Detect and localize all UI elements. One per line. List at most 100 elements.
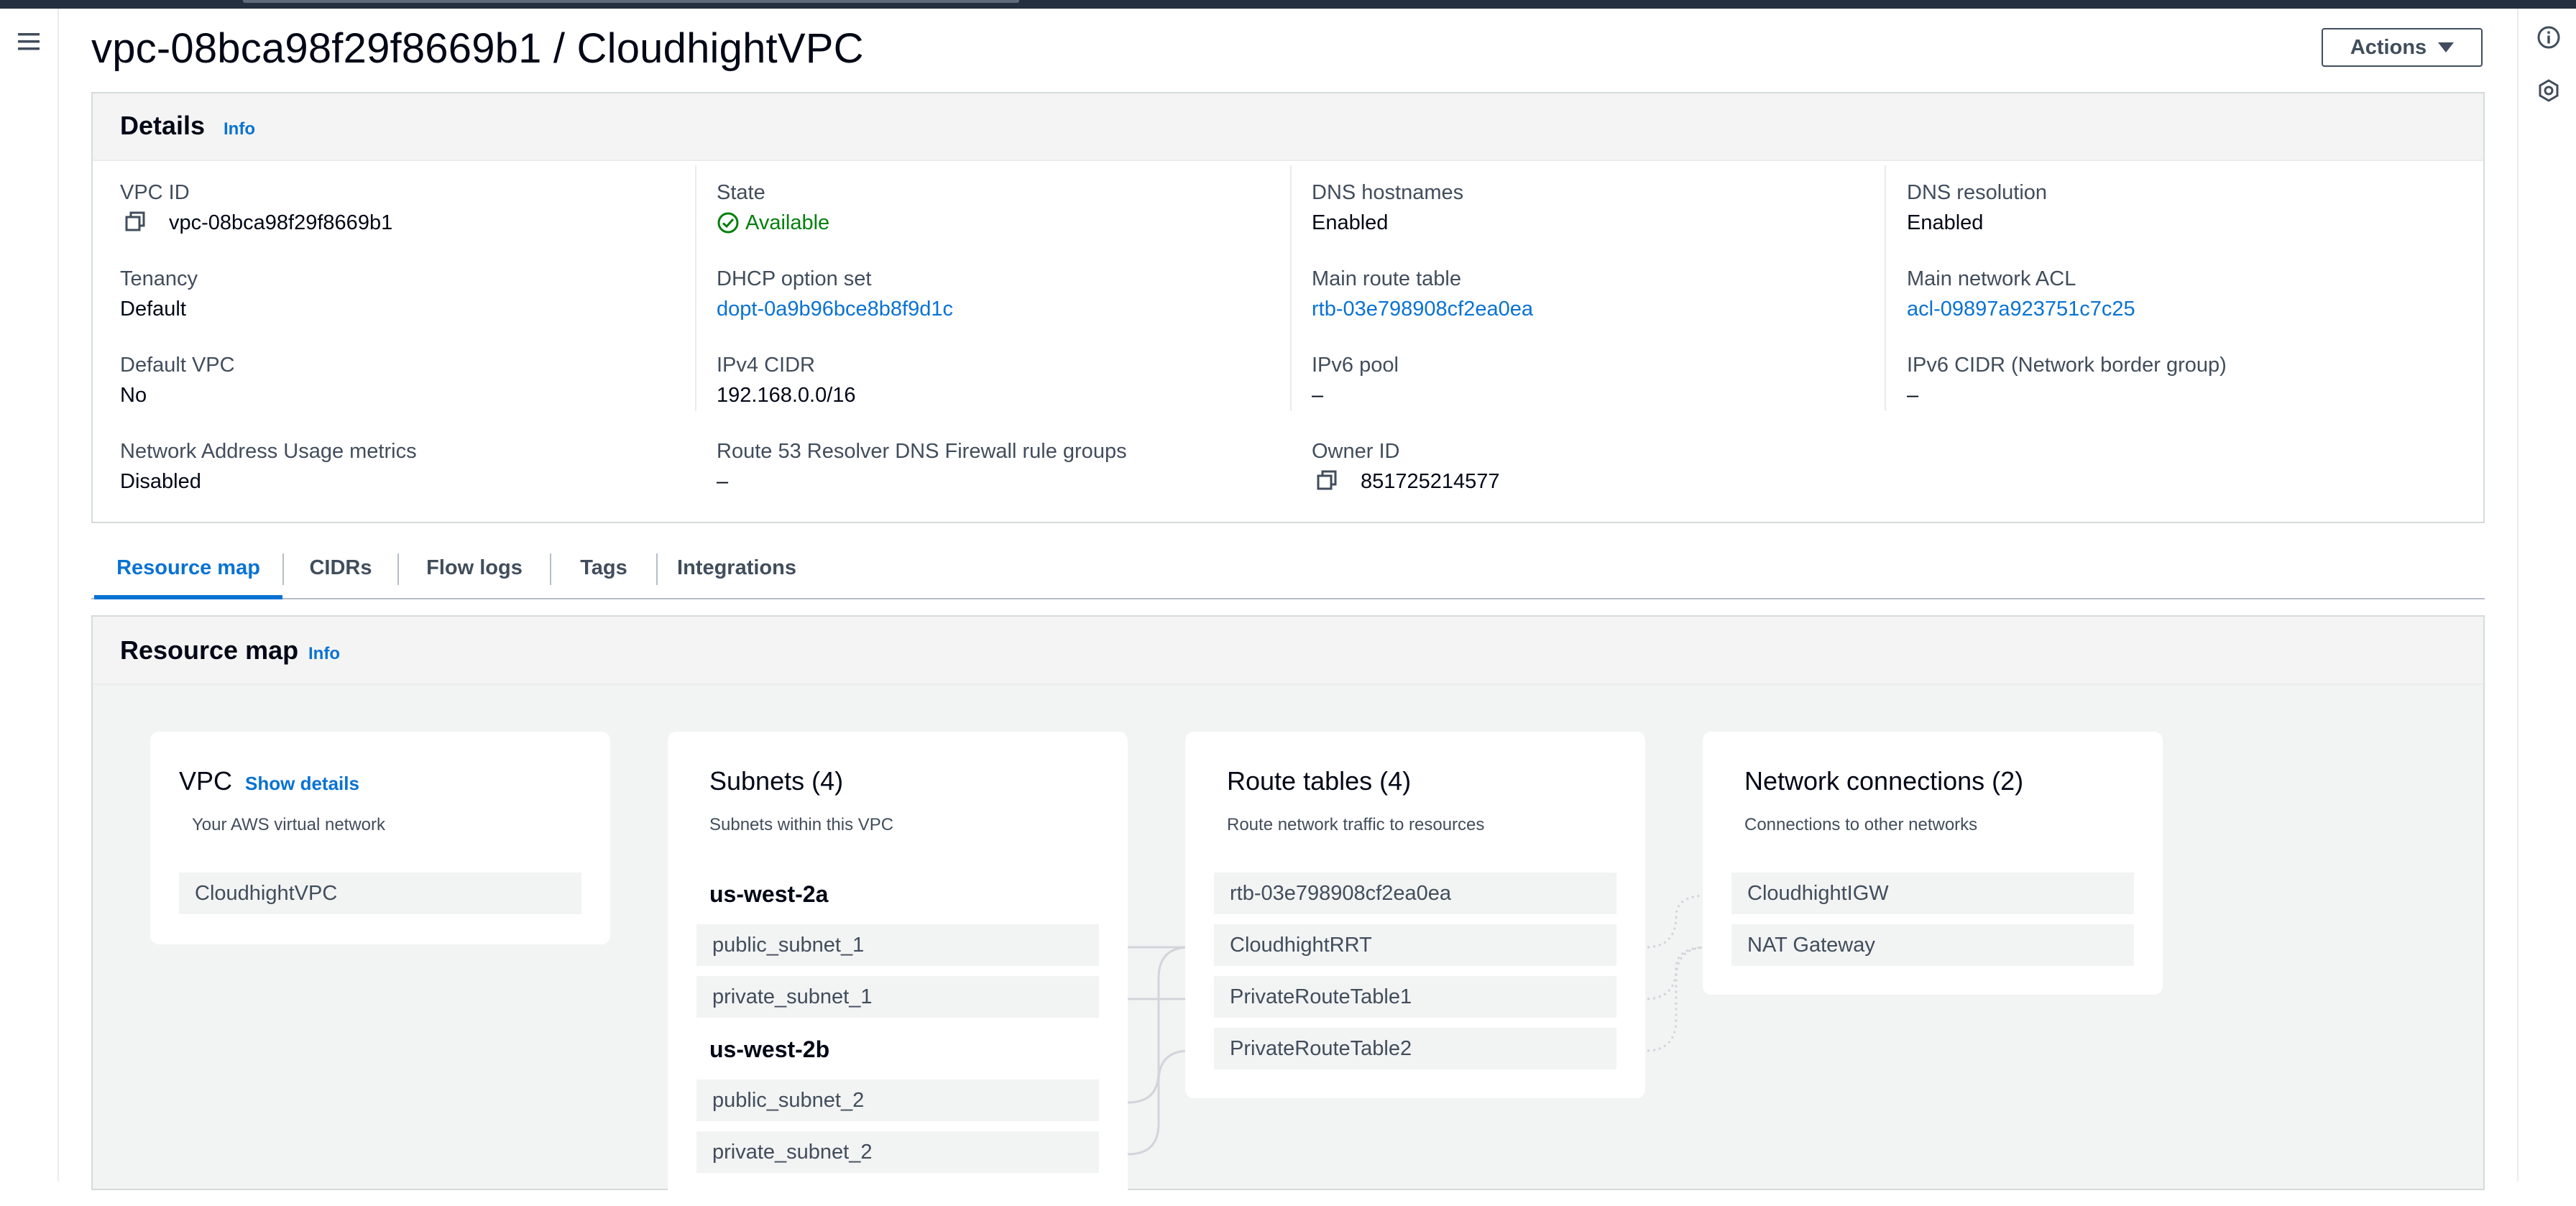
field-state: State Available <box>717 178 1277 239</box>
route-tables-card-subtitle: Route network traffic to resources <box>1227 815 1485 834</box>
field-value: – <box>1312 384 1324 407</box>
actions-dropdown-button[interactable]: Actions <box>2322 28 2483 67</box>
right-tools-rail <box>2517 9 2576 1182</box>
field-ipv4-cidr: IPv4 CIDR 192.168.0.0/16 <box>717 351 1277 411</box>
field-value: dopt-0a9b96bce8b8f9d1c <box>717 293 1277 325</box>
tab-integrations[interactable]: Integrations <box>658 540 816 595</box>
tab-cidrs[interactable]: CIDRs <box>284 540 397 595</box>
left-navigation-rail <box>0 9 59 1182</box>
details-info-link[interactable]: Info <box>224 119 255 139</box>
show-details-link[interactable]: Show details <box>245 773 359 794</box>
field-label: Main route table <box>1312 267 1461 290</box>
vpc-card-subtitle: Your AWS virtual network <box>192 815 386 834</box>
field-label: DHCP option set <box>717 267 872 290</box>
field-network-address-usage: Network Address Usage metrics Disabled <box>120 437 681 497</box>
field-tenancy: Tenancy Default <box>120 264 681 325</box>
field-main-network-acl: Main network ACL acl-09897a923751c7c25 <box>1907 264 2467 325</box>
status-success-icon <box>717 211 740 234</box>
field-value: vpc-08bca98f29f8669b1 <box>120 207 681 239</box>
state-value: Available <box>745 211 830 234</box>
field-label: Network Address Usage metrics <box>120 440 417 463</box>
main-route-table-link[interactable]: rtb-03e798908cf2ea0ea <box>1312 293 1533 325</box>
field-label: Owner ID <box>1312 440 1400 463</box>
availability-zone-label: us-west-2a <box>709 881 829 907</box>
field-value: – <box>717 470 729 493</box>
vpc-card-heading: VPC Show details <box>179 766 359 796</box>
field-value: acl-09897a923751c7c25 <box>1907 293 2467 325</box>
field-label: DNS hostnames <box>1312 181 1464 204</box>
field-value: Enabled <box>1312 211 1389 234</box>
resource-map-panel: Resource map Info VPC Show details Your A… <box>91 615 2485 1206</box>
field-value: 851725214577 <box>1312 466 1872 497</box>
field-value: Enabled <box>1907 211 1984 234</box>
field-label: IPv6 pool <box>1312 354 1399 377</box>
network-connections-card: Network connections (2) Connections to o… <box>1703 732 2163 995</box>
tab-flow-logs[interactable]: Flow logs <box>399 540 550 595</box>
dhcp-option-set-link[interactable]: dopt-0a9b96bce8b8f9d1c <box>717 293 953 325</box>
vpc-card: VPC Show details Your AWS virtual network… <box>150 732 610 944</box>
column-divider <box>695 165 696 411</box>
field-dns-resolution: DNS resolution Enabled <box>1907 178 2467 239</box>
field-dns-hostnames: DNS hostnames Enabled <box>1312 178 1872 239</box>
copy-icon[interactable] <box>124 211 149 235</box>
subnet-item[interactable]: private_subnet_1 <box>696 976 1099 1018</box>
route-table-item[interactable]: PrivateRouteTable2 <box>1214 1028 1616 1069</box>
owner-id-value: 851725214577 <box>1361 470 1500 493</box>
copy-icon[interactable] <box>1316 469 1340 494</box>
hamburger-menu-icon[interactable] <box>13 26 45 57</box>
field-value: Default <box>120 298 186 321</box>
column-divider <box>1290 165 1292 411</box>
field-label: DNS resolution <box>1907 181 2048 204</box>
subnet-item[interactable]: private_subnet_2 <box>696 1131 1099 1173</box>
subnets-card-subtitle: Subnets within this VPC <box>709 815 894 834</box>
network-connection-item[interactable]: CloudhightIGW <box>1731 873 2134 914</box>
vpc-card-title: VPC <box>179 766 233 796</box>
field-value: 192.168.0.0/16 <box>717 384 856 407</box>
route-tables-card-title: Route tables (4) <box>1227 766 1412 796</box>
field-owner-id: Owner ID 851725214577 <box>1312 437 1872 497</box>
route-table-item[interactable]: CloudhightRRT <box>1214 924 1616 966</box>
field-label: State <box>717 181 765 204</box>
main-network-acl-link[interactable]: acl-09897a923751c7c25 <box>1907 293 2135 325</box>
network-connections-card-title: Network connections (2) <box>1744 766 2024 796</box>
field-ipv6-cidr: IPv6 CIDR (Network border group) – <box>1907 351 2467 411</box>
vpc-item[interactable]: CloudhightVPC <box>179 873 581 914</box>
caret-down-icon <box>2438 42 2455 52</box>
details-title: Details <box>120 111 206 140</box>
field-label: Default VPC <box>120 354 235 377</box>
field-default-vpc: Default VPC No <box>120 351 681 411</box>
field-label: IPv6 CIDR (Network border group) <box>1907 354 2227 377</box>
subnets-card: Subnets (4) Subnets within this VPC us-w… <box>668 732 1128 1206</box>
field-value: rtb-03e798908cf2ea0ea <box>1312 293 1872 325</box>
details-header: Details Info <box>93 93 2483 161</box>
page-title: vpc-08bca98f29f8669b1 / CloudhightVPC <box>91 25 864 72</box>
info-circle-icon[interactable] <box>2533 22 2564 53</box>
network-connections-card-subtitle: Connections to other networks <box>1744 815 1978 834</box>
top-navigation-bar <box>0 0 2576 9</box>
tab-bar: Resource map CIDRs Flow logs Tags Integr… <box>91 540 2485 599</box>
field-label: VPC ID <box>120 181 190 204</box>
field-label: Route 53 Resolver DNS Firewall rule grou… <box>717 440 1127 463</box>
network-connection-item[interactable]: NAT Gateway <box>1731 924 2134 966</box>
field-route53-firewall: Route 53 Resolver DNS Firewall rule grou… <box>717 437 1277 497</box>
settings-hexagon-icon[interactable] <box>2533 75 2564 106</box>
vpc-id-value: vpc-08bca98f29f8669b1 <box>169 211 393 234</box>
route-table-item[interactable]: PrivateRouteTable1 <box>1214 976 1616 1018</box>
tab-tags[interactable]: Tags <box>551 540 656 595</box>
details-panel: Details Info VPC ID vpc-08bca98f29f8669b… <box>91 92 2485 523</box>
route-tables-card: Route tables (4) Route network traffic t… <box>1185 732 1645 1098</box>
tab-resource-map[interactable]: Resource map <box>94 540 282 599</box>
field-main-route-table: Main route table rtb-03e798908cf2ea0ea <box>1312 264 1872 325</box>
subnets-card-title: Subnets (4) <box>709 766 844 796</box>
field-label: Main network ACL <box>1907 267 2076 290</box>
field-dhcp-option-set: DHCP option set dopt-0a9b96bce8b8f9d1c <box>717 264 1277 325</box>
field-label: Tenancy <box>120 267 198 290</box>
field-value: Available <box>717 207 1277 239</box>
route-table-item[interactable]: rtb-03e798908cf2ea0ea <box>1214 873 1616 914</box>
subnet-item[interactable]: public_subnet_2 <box>696 1080 1099 1121</box>
subnet-item[interactable]: public_subnet_1 <box>696 924 1099 966</box>
column-divider <box>1885 165 1886 411</box>
field-value: Disabled <box>120 470 201 493</box>
field-vpc-id: VPC ID vpc-08bca98f29f8669b1 <box>120 178 681 239</box>
field-value: – <box>1907 384 1919 407</box>
